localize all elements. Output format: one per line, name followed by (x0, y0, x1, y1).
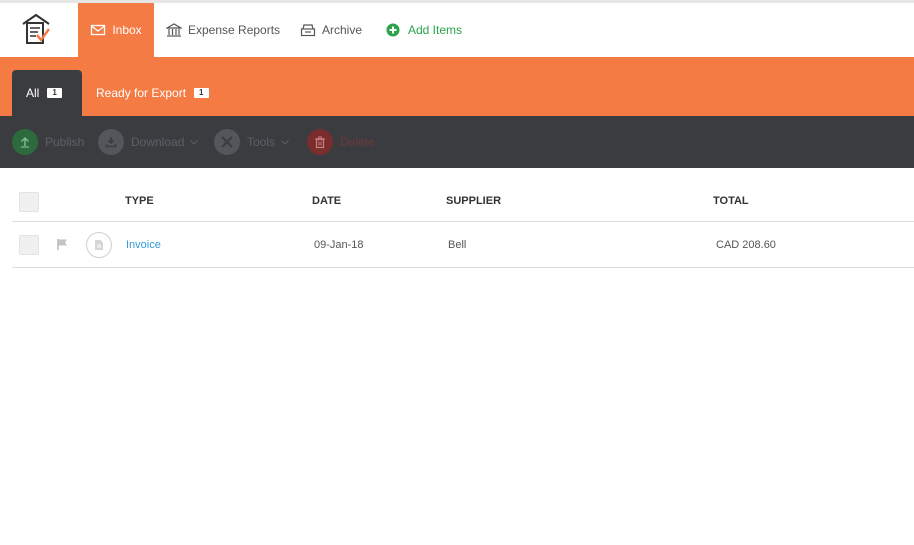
action-toolbar: Publish Download Tools Delete (0, 116, 914, 168)
tab-all-label: All (26, 86, 40, 100)
row-date: 09-Jan-18 (314, 239, 364, 251)
nav-expense-reports-label: Expense Reports (188, 23, 281, 37)
tab-ready-for-export[interactable]: Ready for Export 1 (96, 70, 209, 116)
nav-archive[interactable]: Archive (300, 3, 362, 57)
tools-button[interactable]: Tools (214, 129, 289, 155)
archive-tray-icon (300, 23, 316, 37)
nav-archive-label: Archive (322, 23, 363, 37)
top-navigation: Inbox Expense Reports Archive Add Items (0, 3, 914, 57)
upload-arrow-icon (12, 129, 38, 155)
envelope-icon (90, 23, 106, 37)
nav-inbox-label: Inbox (112, 23, 142, 37)
nav-inbox[interactable]: Inbox (78, 3, 154, 57)
table-header: TYPE DATE SUPPLIER TOTAL (12, 180, 914, 222)
wrench-screwdriver-icon (214, 129, 240, 155)
column-header-date[interactable]: DATE (312, 195, 341, 207)
column-header-supplier[interactable]: SUPPLIER (446, 195, 501, 207)
download-label: Download (131, 135, 185, 149)
publish-button[interactable]: Publish (12, 129, 84, 155)
download-icon (98, 129, 124, 155)
chevron-down-icon (281, 139, 289, 145)
tab-all-count-badge: 1 (47, 88, 62, 98)
filter-tab-bar: All 1 Ready for Export 1 (0, 57, 914, 116)
column-header-total[interactable]: TOTAL (713, 195, 749, 207)
items-table: TYPE DATE SUPPLIER TOTAL Invoice 09-Jan-… (12, 180, 914, 268)
row-checkbox[interactable] (19, 235, 39, 255)
document-icon[interactable] (86, 232, 112, 258)
table-row[interactable]: Invoice 09-Jan-18 Bell CAD 208.60 (12, 222, 914, 268)
add-items-button[interactable]: Add Items (386, 3, 462, 57)
tab-ready-count-badge: 1 (194, 88, 209, 98)
tab-all[interactable]: All 1 (12, 70, 82, 116)
row-total: CAD 208.60 (716, 239, 776, 251)
delete-label: Delete (340, 135, 375, 149)
delete-button[interactable]: Delete (307, 129, 375, 155)
tab-ready-label: Ready for Export (96, 86, 187, 100)
publish-label: Publish (45, 135, 85, 149)
row-supplier: Bell (448, 239, 467, 251)
tools-label: Tools (247, 135, 276, 149)
trash-icon (307, 129, 333, 155)
column-header-type[interactable]: TYPE (125, 195, 154, 207)
select-all-checkbox[interactable] (19, 192, 39, 212)
row-type-link[interactable]: Invoice (126, 239, 161, 251)
flag-icon[interactable] (56, 238, 70, 251)
nav-expense-reports[interactable]: Expense Reports (166, 3, 280, 57)
download-button[interactable]: Download (98, 129, 199, 155)
chevron-down-icon (190, 139, 199, 145)
bank-icon (166, 23, 182, 37)
add-items-label: Add Items (408, 23, 463, 37)
plus-circle-icon (386, 23, 402, 37)
receipt-logo-icon[interactable] (20, 13, 52, 47)
